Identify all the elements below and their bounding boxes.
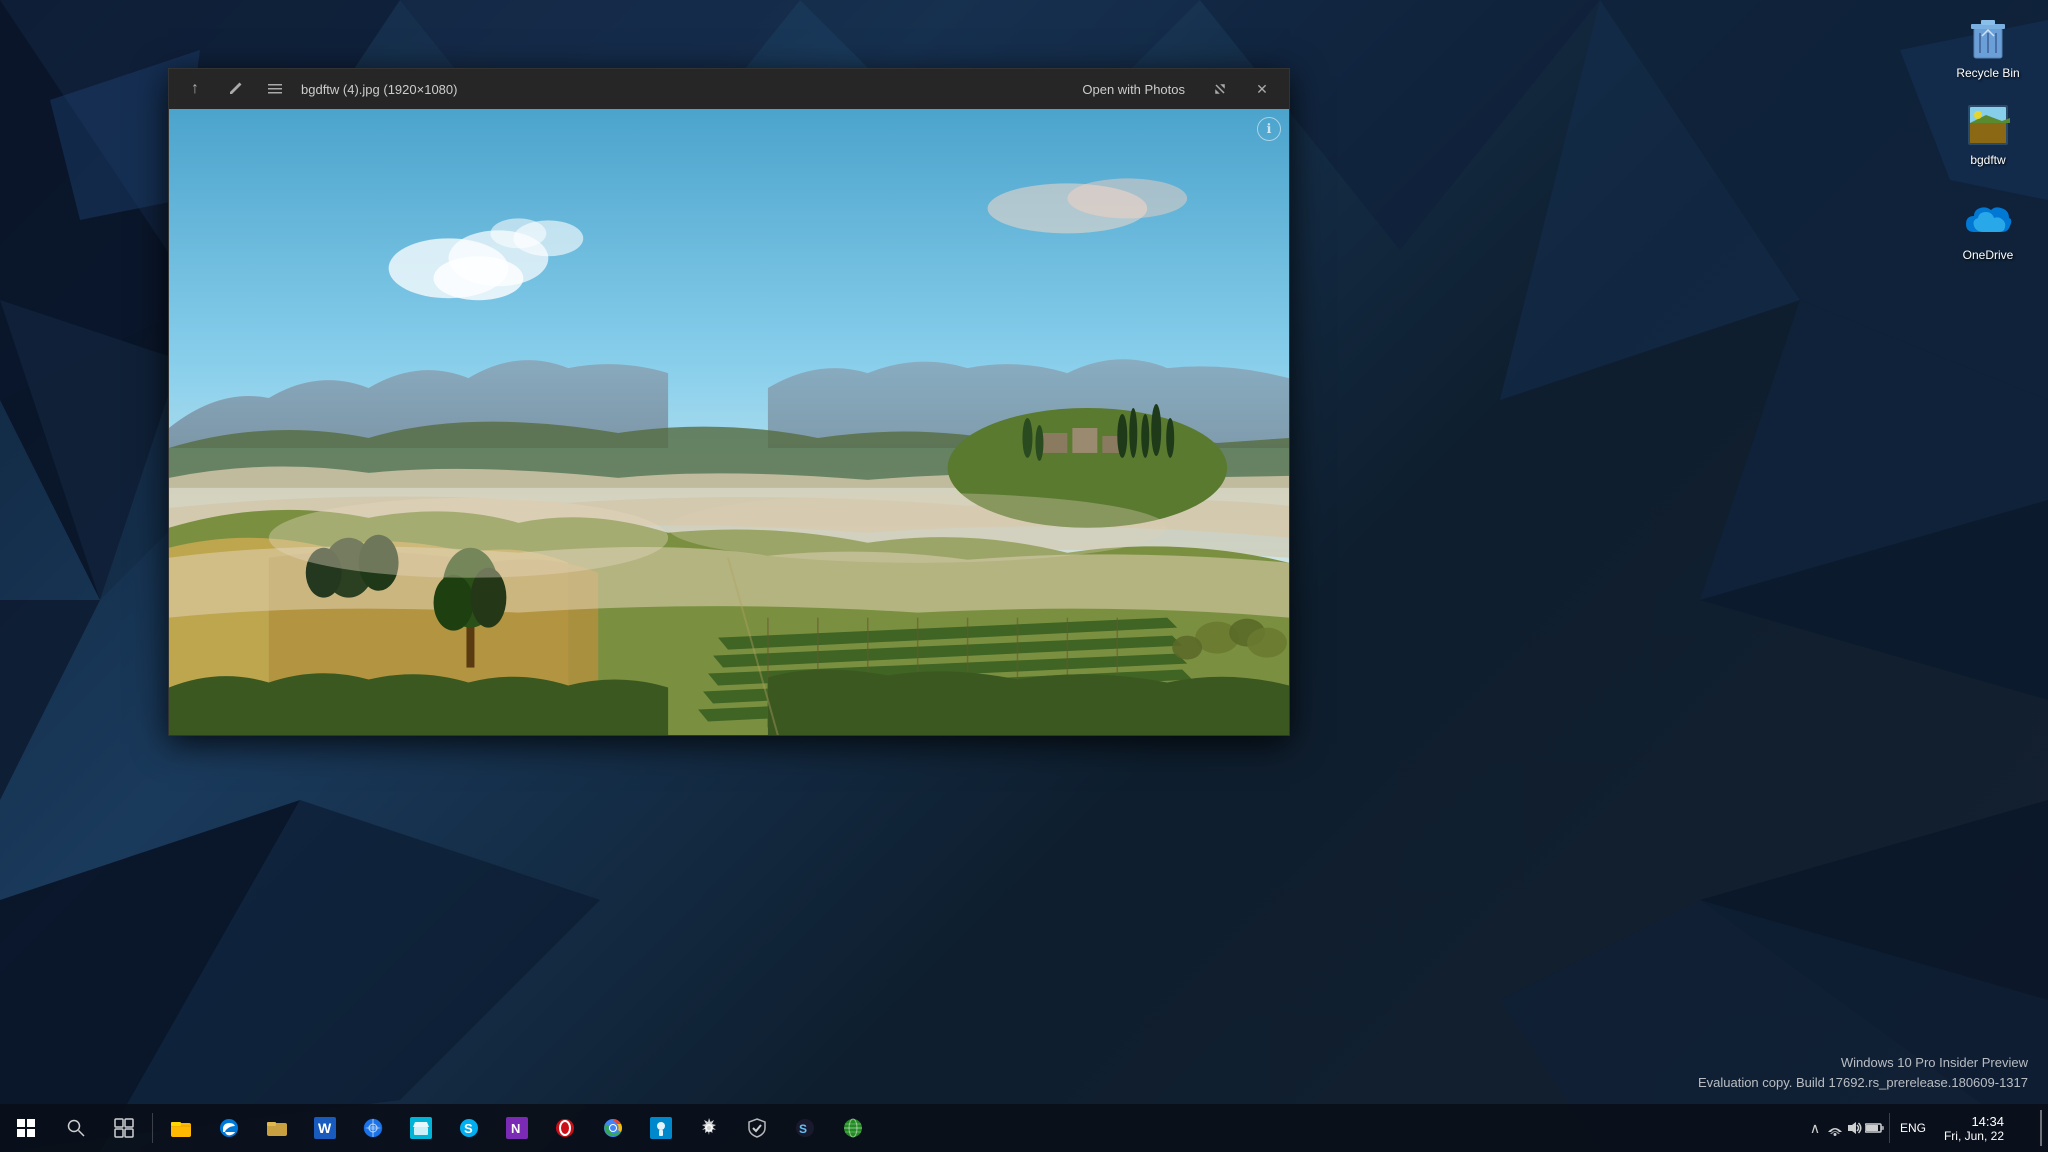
info-icon-btn[interactable]: ℹ <box>1257 117 1281 141</box>
sys-tray: ∧ <box>1805 1104 2048 1152</box>
sys-tray-chevron[interactable]: ∧ <box>1805 1118 1825 1138</box>
taskbar-ie-icon[interactable] <box>349 1104 397 1152</box>
recycle-bin-icon <box>1964 14 2012 62</box>
sys-tray-volume-icon[interactable] <box>1845 1118 1865 1138</box>
photo-viewer-titlebar: ↑ bgdftw (4).jpg (1920×1080) Open with P… <box>169 69 1289 109</box>
desktop: Recycle Bin bgdftw OneDrive <box>0 0 2048 1152</box>
taskbar-security-icon[interactable] <box>733 1104 781 1152</box>
eval-line1: Windows 10 Pro Insider Preview <box>1698 1053 2028 1073</box>
evaluation-watermark: Windows 10 Pro Insider Preview Evaluatio… <box>1698 1053 2028 1092</box>
taskbar-skype-icon[interactable]: S <box>445 1104 493 1152</box>
onedrive-icon <box>1964 196 2012 244</box>
taskbar-paint-icon[interactable] <box>637 1104 685 1152</box>
desktop-icon-onedrive[interactable]: OneDrive <box>1948 190 2028 270</box>
desktop-icon-recycle-bin[interactable]: Recycle Bin <box>1948 8 2028 88</box>
start-button[interactable] <box>0 1104 52 1152</box>
clock-display[interactable]: 14:34 Fri, Jun, 22 <box>1932 1104 2016 1152</box>
taskbar-word-icon[interactable]: W <box>301 1104 349 1152</box>
photo-viewer-window: ↑ bgdftw (4).jpg (1920×1080) Open with P… <box>168 68 1290 736</box>
svg-text:S: S <box>799 1122 807 1136</box>
viewer-open-photos-btn[interactable]: Open with Photos <box>1074 78 1193 101</box>
viewer-close-btn[interactable]: ✕ <box>1247 74 1277 104</box>
language-indicator[interactable]: ENG <box>1894 1121 1932 1135</box>
taskbar-store-icon[interactable] <box>397 1104 445 1152</box>
svg-text:S: S <box>464 1121 473 1136</box>
bgdftw-label: bgdftw <box>1970 153 2005 169</box>
taskbar-search-icon[interactable] <box>52 1104 100 1152</box>
viewer-edit-btn[interactable] <box>221 75 249 103</box>
taskbar-opera-icon[interactable] <box>541 1104 589 1152</box>
eval-line2: Evaluation copy. Build 17692.rs_prerelea… <box>1698 1073 2028 1093</box>
tray-separator <box>1889 1113 1890 1143</box>
clock-date: Fri, Jun, 22 <box>1944 1129 2004 1143</box>
taskbar: W S N <box>0 1104 2048 1152</box>
svg-text:W: W <box>318 1120 332 1136</box>
clock-time: 14:34 <box>1971 1114 2004 1129</box>
taskbar-separator-1 <box>152 1113 153 1143</box>
viewer-rotate-btn[interactable]: ↑ <box>181 75 209 103</box>
taskbar-onenote-icon[interactable]: N <box>493 1104 541 1152</box>
viewer-menu-btn[interactable] <box>261 75 289 103</box>
sys-tray-battery-icon[interactable] <box>1865 1118 1885 1138</box>
viewer-title: bgdftw (4).jpg (1920×1080) <box>301 82 1062 97</box>
taskbar-edge-icon[interactable] <box>205 1104 253 1152</box>
onedrive-label: OneDrive <box>1963 248 2014 264</box>
taskbar-settings-icon[interactable] <box>685 1104 733 1152</box>
taskbar-chrome-icon[interactable] <box>589 1104 637 1152</box>
desktop-icon-bgdftw[interactable]: bgdftw <box>1948 95 2028 175</box>
start-grid-icon <box>17 1119 35 1137</box>
viewer-maximize-btn[interactable] <box>1205 74 1235 104</box>
taskbar-folder-icon[interactable] <box>253 1104 301 1152</box>
taskbar-file-explorer-icon[interactable] <box>157 1104 205 1152</box>
taskbar-steam-icon[interactable]: S <box>781 1104 829 1152</box>
show-desktop-btn[interactable] <box>2016 1104 2048 1152</box>
svg-text:N: N <box>511 1121 520 1136</box>
sys-tray-network-icon[interactable] <box>1825 1118 1845 1138</box>
taskbar-globe-icon[interactable] <box>829 1104 877 1152</box>
bgdftw-icon <box>1964 101 2012 149</box>
photo-canvas: ℹ <box>169 109 1289 735</box>
taskbar-task-view-btn[interactable] <box>100 1104 148 1152</box>
recycle-bin-label: Recycle Bin <box>1956 66 2019 82</box>
